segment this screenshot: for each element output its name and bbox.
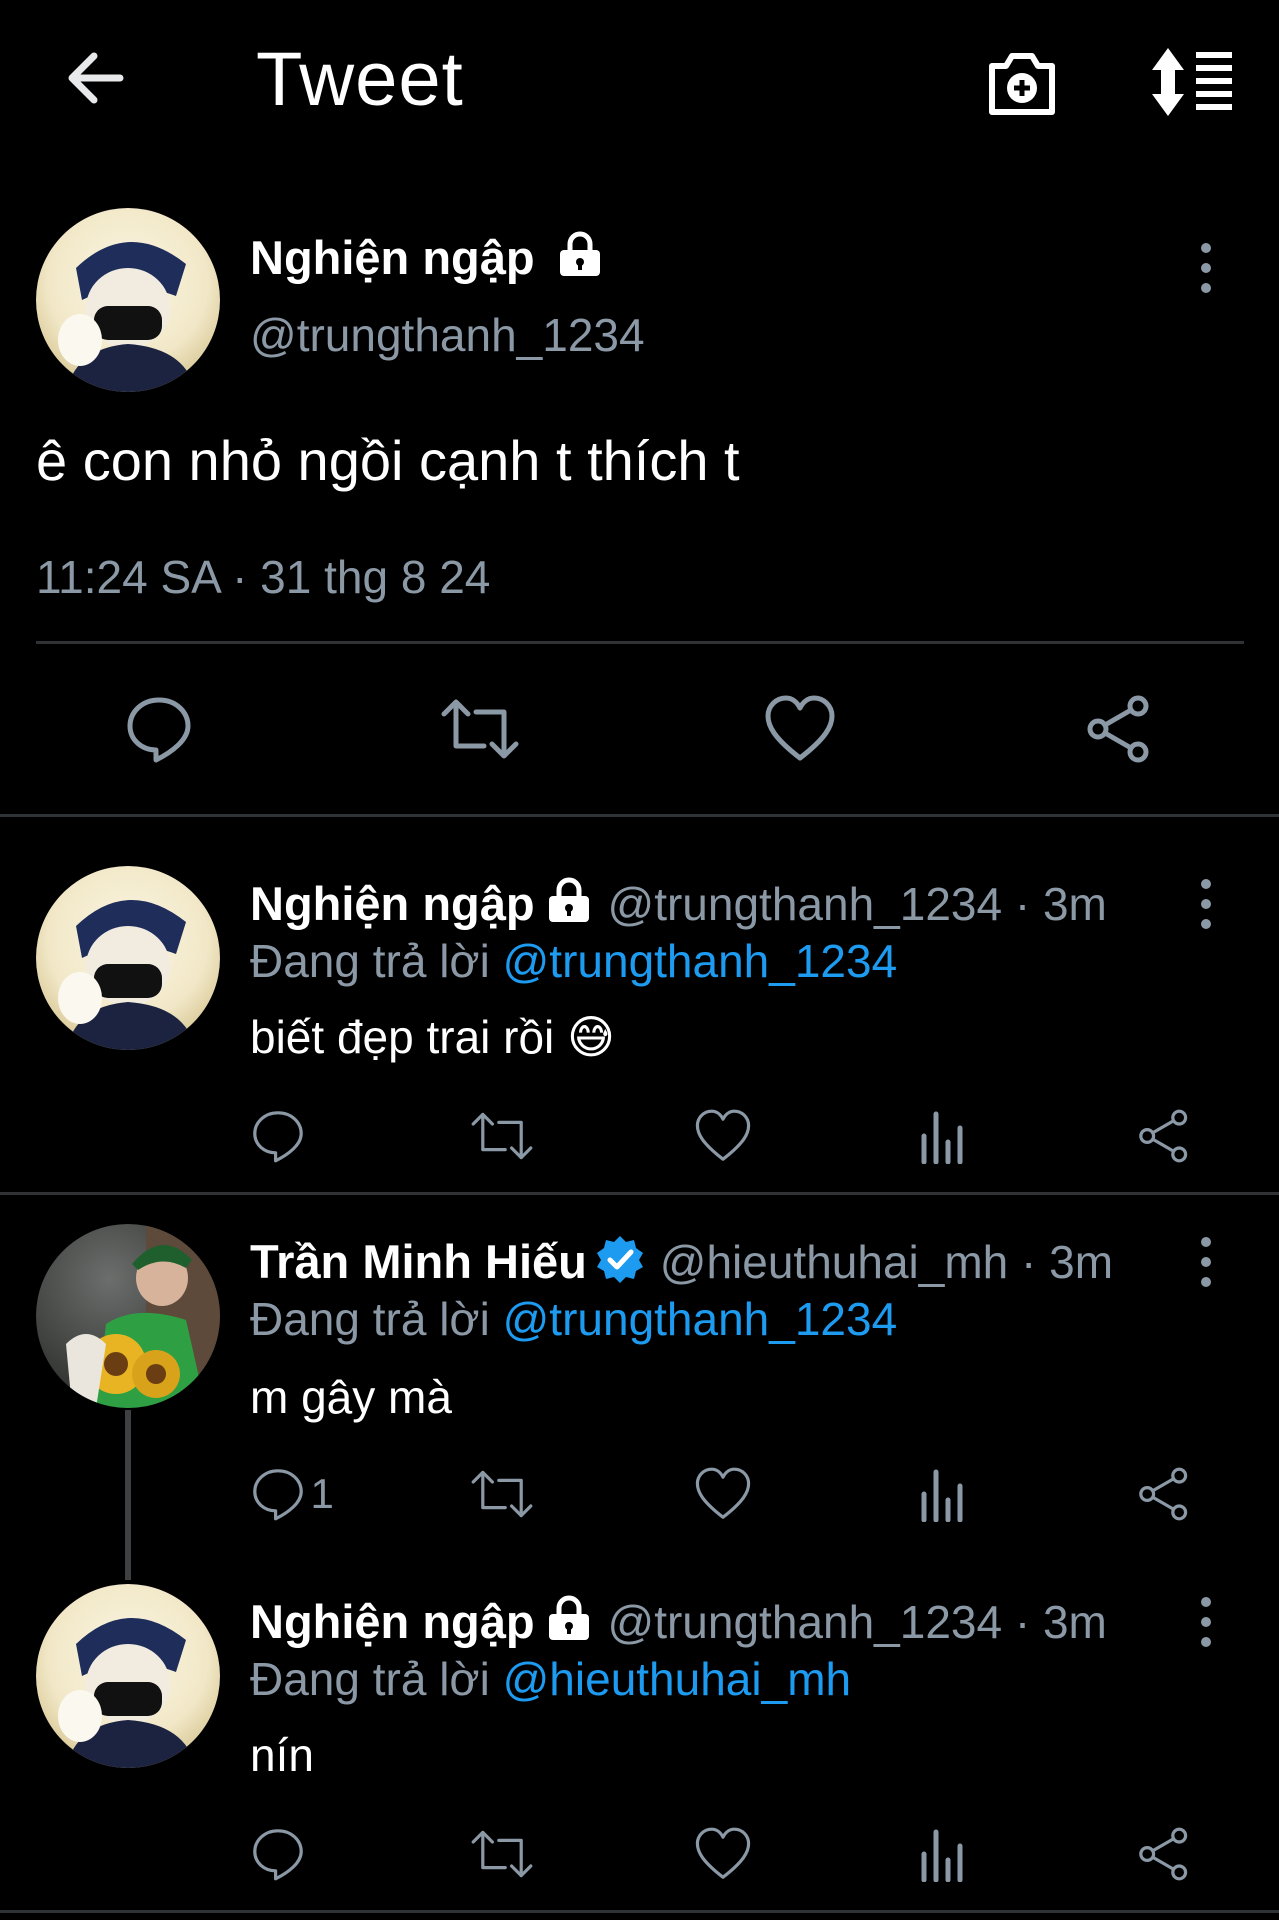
avatar-image xyxy=(58,241,196,392)
handle-time[interactable]: @trungthanh_1234 · 3m xyxy=(608,878,1107,930)
analytics-button[interactable] xyxy=(918,1466,968,1522)
tweet-text: ê con nhỏ ngồi cạnh t thích t xyxy=(36,429,740,492)
sort-button[interactable] xyxy=(1148,44,1234,120)
retweet-button[interactable] xyxy=(470,1466,534,1522)
more-vertical-icon xyxy=(1201,1237,1211,1287)
share-icon xyxy=(1139,1827,1188,1881)
share-icon xyxy=(1139,1467,1188,1521)
camera-button[interactable] xyxy=(984,44,1060,120)
reply-text: m gây mà xyxy=(250,1371,452,1423)
reply-text: biết đẹp trai rồi 😅 xyxy=(250,1011,616,1063)
retweet-icon xyxy=(471,1830,533,1878)
share-button[interactable] xyxy=(1136,1466,1192,1522)
divider xyxy=(0,814,1279,817)
like-button[interactable] xyxy=(694,1108,752,1164)
divider xyxy=(0,1910,1279,1913)
analytics-icon xyxy=(921,1829,963,1882)
retweet-button[interactable] xyxy=(440,694,520,764)
mention-link[interactable]: @trungthanh_1234 xyxy=(503,935,898,987)
retweet-icon xyxy=(471,1470,533,1518)
mention-link[interactable]: @hieuthuhai_mh xyxy=(503,1653,851,1705)
avatar-image xyxy=(58,899,196,1050)
analytics-icon xyxy=(921,1111,963,1164)
share-icon xyxy=(1139,1109,1188,1163)
reply-header: Trần Minh Hiếu @hieuthuhai_mh · 3m xyxy=(250,1234,1113,1289)
analytics-icon xyxy=(921,1469,963,1522)
thread-line xyxy=(125,1410,131,1580)
reply-button[interactable] xyxy=(124,694,194,764)
retweet-button[interactable] xyxy=(470,1826,534,1882)
share-button[interactable] xyxy=(1136,1826,1192,1882)
avatar[interactable] xyxy=(36,208,220,392)
timestamp[interactable]: 11:24 SA · 31 thg 8 24 xyxy=(36,550,490,604)
handle-time[interactable]: @trungthanh_1234 · 3m xyxy=(608,1596,1107,1648)
reply-count: 1 xyxy=(310,1470,334,1517)
avatar[interactable] xyxy=(36,1224,220,1408)
share-icon xyxy=(1087,695,1149,763)
back-button[interactable] xyxy=(62,42,134,114)
reply-button[interactable] xyxy=(250,1108,306,1164)
camera-plus-icon xyxy=(989,53,1055,115)
verified-badge-icon xyxy=(597,1236,644,1283)
handle-time[interactable]: @hieuthuhai_mh · 3m xyxy=(660,1236,1113,1288)
analytics-button[interactable] xyxy=(918,1108,968,1164)
analytics-button[interactable] xyxy=(918,1826,968,1882)
reply-header: Nghiện ngập @trungthanh_1234 · 3m xyxy=(250,876,1107,931)
reply-header: Nghiện ngập @trungthanh_1234 · 3m xyxy=(250,1594,1107,1649)
more-options-button[interactable] xyxy=(1196,238,1216,298)
replying-to: Đang trả lời @hieuthuhai_mh xyxy=(250,1653,852,1705)
display-name[interactable]: Nghiện ngập xyxy=(250,877,535,930)
mention-link[interactable]: @trungthanh_1234 xyxy=(503,1293,898,1345)
retweet-icon xyxy=(441,699,519,759)
heart-icon xyxy=(695,1467,751,1519)
more-options-button[interactable] xyxy=(1196,874,1216,934)
reply-icon xyxy=(127,697,191,763)
display-name[interactable]: Nghiện ngập xyxy=(250,1595,535,1648)
reply-icon xyxy=(253,1829,303,1881)
reply-button[interactable] xyxy=(250,1826,306,1882)
lock-icon xyxy=(549,1595,590,1640)
more-vertical-icon xyxy=(1201,1597,1211,1647)
page-title: Tweet xyxy=(256,37,464,122)
reply-button[interactable]: 1 xyxy=(250,1466,334,1522)
avatar-image xyxy=(66,1224,220,1408)
more-options-button[interactable] xyxy=(1196,1232,1216,1292)
share-button[interactable] xyxy=(1136,1108,1192,1164)
retweet-icon xyxy=(471,1112,533,1160)
heart-icon xyxy=(765,695,835,761)
reply-text: nín xyxy=(250,1729,314,1781)
like-button[interactable] xyxy=(764,694,836,764)
replying-to: Đang trả lời @trungthanh_1234 xyxy=(250,935,898,987)
display-name[interactable]: Trần Minh Hiếu xyxy=(250,1235,587,1288)
more-vertical-icon xyxy=(1201,243,1211,293)
more-options-button[interactable] xyxy=(1196,1592,1216,1652)
share-button[interactable] xyxy=(1084,694,1154,764)
reply-icon xyxy=(253,1469,303,1521)
handle[interactable]: @trungthanh_1234 xyxy=(250,308,645,362)
lock-icon xyxy=(549,877,590,922)
retweet-button[interactable] xyxy=(470,1108,534,1164)
heart-icon xyxy=(695,1109,751,1161)
divider xyxy=(0,1192,1279,1195)
like-button[interactable] xyxy=(694,1826,752,1882)
lock-icon xyxy=(559,231,600,276)
replying-to: Đang trả lời @trungthanh_1234 xyxy=(250,1293,898,1345)
divider xyxy=(36,641,1244,644)
display-name[interactable]: Nghiện ngập xyxy=(250,230,606,285)
reply-icon xyxy=(253,1111,303,1163)
arrow-left-icon xyxy=(68,52,124,104)
avatar[interactable] xyxy=(36,1584,220,1768)
heart-icon xyxy=(695,1827,751,1879)
avatar[interactable] xyxy=(36,866,220,1050)
more-vertical-icon xyxy=(1201,879,1211,929)
sort-icon xyxy=(1152,48,1232,116)
like-button[interactable] xyxy=(694,1466,752,1522)
avatar-image xyxy=(58,1617,196,1768)
